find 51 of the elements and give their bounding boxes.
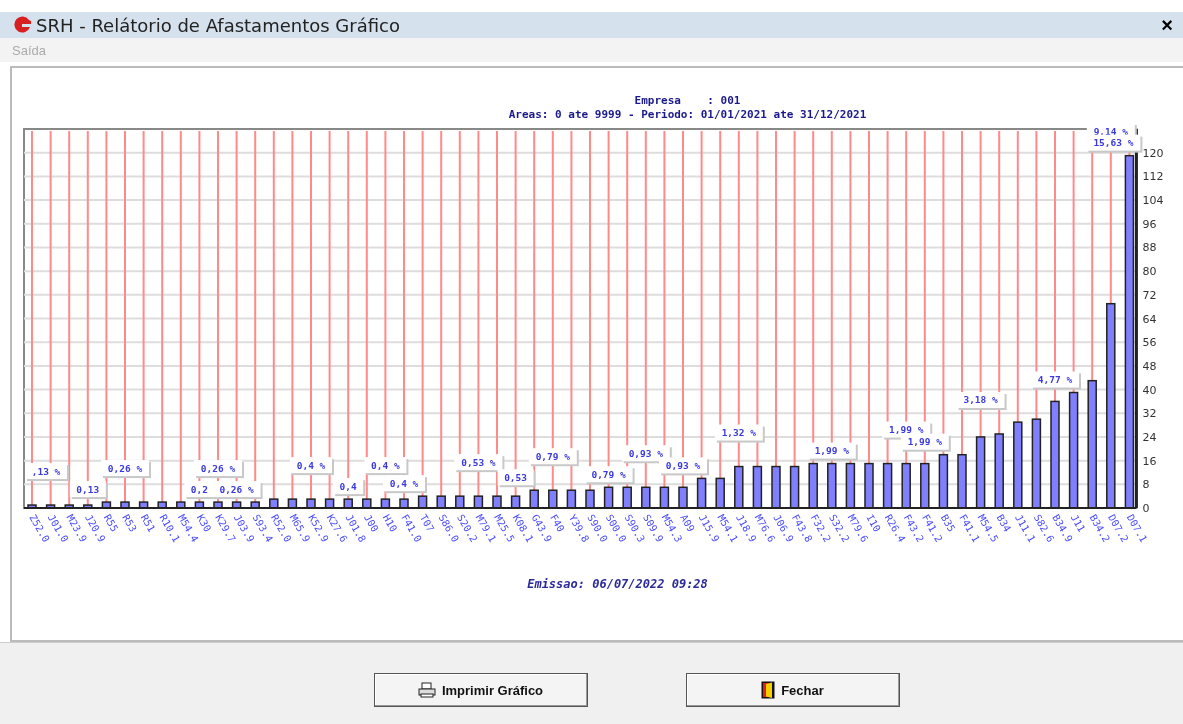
x-axis-label: J00 [362,512,381,534]
data-label: 0,2 [184,481,217,500]
report-header: Empresa : 001 [634,94,741,108]
data-label: 0,79 % [528,448,579,467]
y-axis-label: 72 [1142,288,1157,302]
y-axis-label: 24 [1142,430,1157,444]
data-label: 0,26 % [212,481,263,500]
data-label: 0,13 [69,481,108,500]
y-axis-label: 16 [1142,454,1157,468]
data-label: 1,99 % [900,433,951,452]
data-label: 15,63 % [1086,134,1143,153]
y-axis-label: 0 [1142,502,1150,515]
data-label: 0,53 % [454,454,505,473]
y-axis-label: 40 [1142,383,1157,397]
data-label: 3,18 % [956,392,1007,410]
data-label: 0,4 % [364,457,409,476]
close-button[interactable]: Fechar [685,673,900,707]
y-axis-label: 120 [1142,146,1164,160]
data-label: ,13 % [25,463,69,482]
data-label: 0,79 % [584,466,635,485]
y-axis-label: 104 [1142,194,1164,208]
issue-date: Emissao: 06/07/2022 09:28 [527,577,708,591]
printer-icon [417,682,436,698]
y-axis-label: 32 [1142,407,1157,421]
data-label: 0,26 % [194,460,244,479]
y-axis-label: 88 [1142,241,1157,255]
window-title: SRH - Relátorio de Afastamentos Gráfico [36,14,401,36]
data-label: 0,4 % [290,457,334,476]
y-axis-label: 112 [1142,170,1164,184]
door-icon [761,681,776,699]
x-axis-label: J11 [1068,512,1088,534]
print-button[interactable]: Imprimir Gráfico [373,673,588,707]
y-axis-label: 80 [1142,265,1157,279]
x-axis-label: T07 [417,512,437,534]
app-logo-icon [12,16,32,34]
x-axis-label: A09 [678,512,697,534]
data-label: 0,4 % [383,475,427,494]
data-label: 1,32 % [714,424,765,443]
data-label: 4,77 % [1031,371,1081,390]
y-axis-label: 56 [1142,336,1157,350]
y-axis-label: 96 [1142,217,1157,231]
data-label: 0,53 [497,469,536,488]
data-label: 0,26 % [101,460,151,479]
close-button[interactable]: × [1157,13,1177,37]
data-label: 0,93 % [659,457,709,476]
report-header: Areas: 0 ate 9999 - Periodo: 01/01/2021 ate 31/12/2021 [508,108,867,122]
data-label: 1,99 % [807,442,858,461]
data-label: 0,4 [333,478,366,497]
y-axis-label: 64 [1142,312,1157,326]
y-axis-label: 48 [1142,359,1157,373]
y-axis-label: 8 [1142,478,1150,492]
